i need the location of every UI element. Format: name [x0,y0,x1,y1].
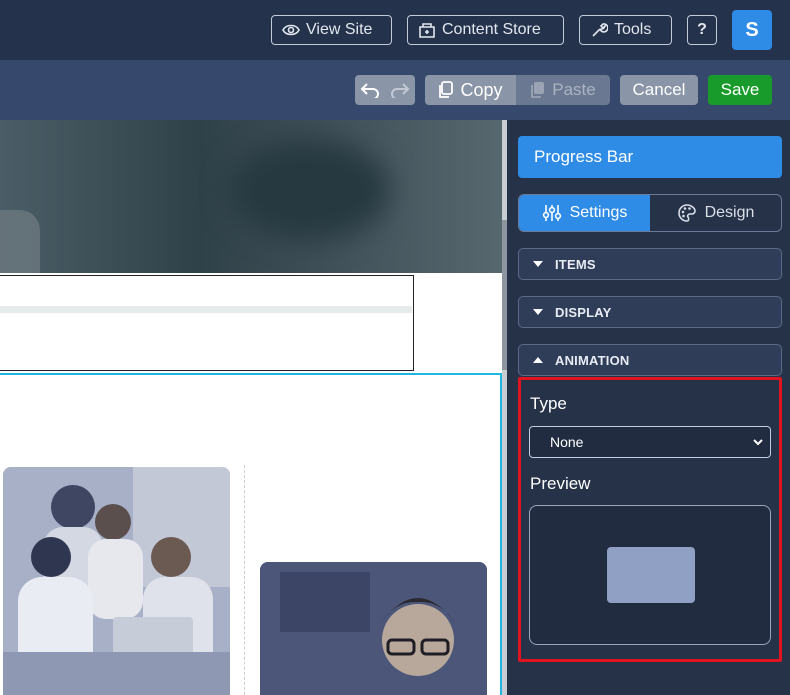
accordion-animation-label: ANIMATION [555,352,630,368]
tab-design-label: Design [704,204,755,221]
tools-label: Tools [614,21,652,38]
paste-button[interactable]: Paste [516,75,610,105]
team-meeting-illustration [3,467,230,695]
progress-track [0,306,412,313]
save-button[interactable]: Save [708,75,772,105]
accordion-display-label: DISPLAY [555,304,612,320]
content-store-label: Content Store [442,21,541,38]
chevron-down-icon [753,439,763,446]
store-icon [419,23,435,38]
accordion-items[interactable]: ITEMS [518,248,782,280]
caret-down-icon [533,309,543,315]
settings-design-tabs: Settings Design [518,194,782,232]
redo-icon [391,83,410,98]
column-divider [244,465,245,695]
redo-button[interactable] [385,75,415,105]
page-canvas[interactable] [0,120,502,695]
preview-shape [607,547,695,603]
undo-button[interactable] [355,75,385,105]
copy-label: Copy [460,79,503,100]
team-meeting-photo[interactable] [3,467,230,695]
avatar[interactable]: S [732,10,772,50]
accordion-items-label: ITEMS [555,256,596,272]
animation-settings-body: Type None Preview [518,377,782,662]
hero-image-detail [0,210,40,273]
undo-icon [360,83,379,98]
panel-title: Progress Bar [518,136,782,178]
portrait-illustration [260,562,487,695]
view-site-label: View Site [306,21,373,38]
tools-button[interactable]: Tools [579,15,672,45]
settings-panel: Progress Bar Settings Design ITEMS DISPL… [507,120,790,695]
preview-label: Preview [530,474,591,493]
cancel-button[interactable]: Cancel [620,75,698,105]
copy-icon [439,81,454,98]
progress-bar-widget[interactable] [0,275,414,371]
accordion-animation[interactable]: ANIMATION [518,344,782,376]
editor-toolbar: Copy Paste Cancel Save [0,60,790,120]
view-site-button[interactable]: View Site [271,15,392,45]
copy-button[interactable]: Copy [425,75,516,105]
animation-type-select[interactable]: None [529,426,771,458]
caret-up-icon [533,357,543,363]
portrait-photo[interactable] [260,562,487,695]
cancel-label: Cancel [632,80,686,99]
hero-image [0,120,502,273]
type-label: Type [530,394,567,413]
save-label: Save [720,80,760,99]
panel-title-label: Progress Bar [534,147,634,166]
wrench-icon [592,23,608,37]
sliders-icon [542,205,561,221]
accordion-display[interactable]: DISPLAY [518,296,782,328]
paste-icon [531,82,545,98]
paste-label: Paste [552,80,596,99]
eye-icon [282,24,300,36]
undo-redo-group [355,75,415,105]
tab-settings-label: Settings [569,204,628,221]
content-store-button[interactable]: Content Store [407,15,564,45]
tab-settings[interactable]: Settings [519,195,650,231]
animation-type-value: None [550,434,584,450]
avatar-initial: S [745,18,759,41]
animation-preview [529,505,771,645]
help-label: ? [697,21,707,38]
top-bar: View Site Content Store Tools ? S [0,0,790,60]
help-button[interactable]: ? [687,15,717,45]
palette-icon [677,204,696,222]
tab-design[interactable]: Design [650,195,781,231]
hero-image-detail [230,140,390,240]
caret-down-icon [533,261,543,267]
